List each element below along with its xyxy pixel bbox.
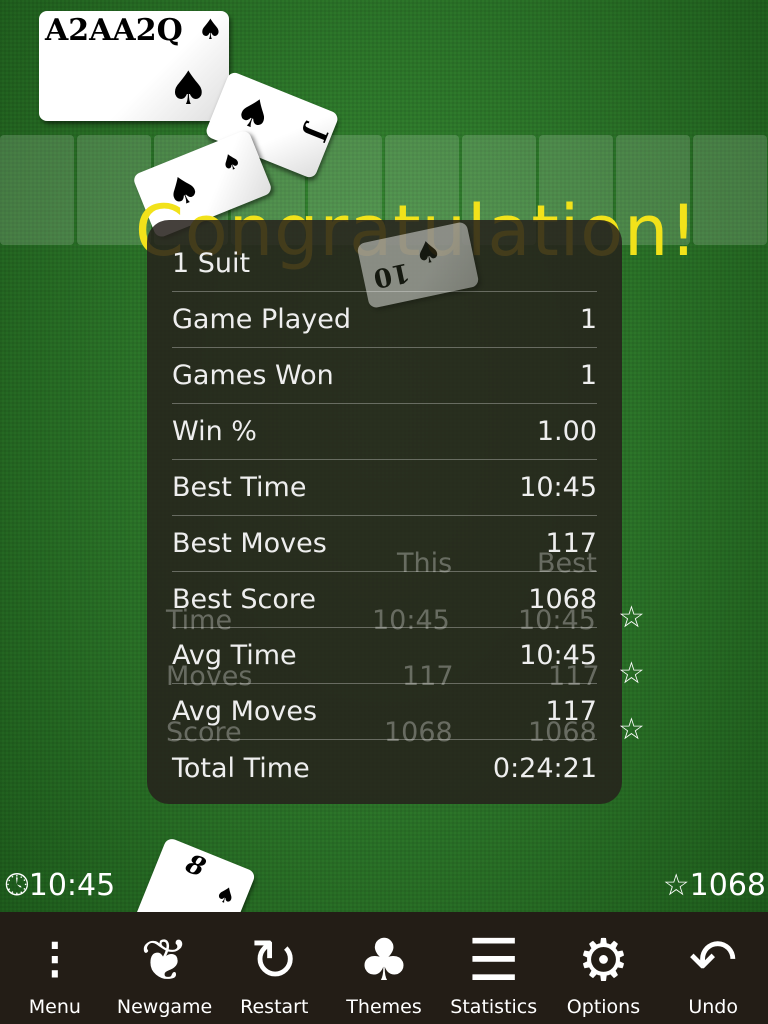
stat-value: 10:45 [519, 640, 597, 671]
options-button[interactable]: ⚙ Options [549, 912, 659, 1024]
tableau-slot[interactable] [693, 135, 767, 245]
stat-label: Avg Time [172, 640, 297, 671]
stat-value: 1.00 [536, 416, 597, 447]
timer-value: 10:45 [28, 868, 116, 903]
restart-button[interactable]: ↻ Restart [219, 912, 329, 1024]
stats-row: Best Time 10:45 [172, 460, 597, 516]
statistics-panel: 1 Suit Game Played 1 Games Won 1 Win % 1.00… [147, 220, 622, 804]
toolbar-label: Undo [688, 996, 738, 1018]
card-rank: 10 [370, 256, 413, 294]
stats-row: Total Time 0:24:21 [172, 740, 597, 796]
newgame-button[interactable]: ❦ Newgame [110, 912, 220, 1024]
stats-row: Best Moves 117 [172, 516, 597, 572]
clock-icon: 🕓︎ [5, 868, 29, 903]
tableau-slot[interactable] [0, 135, 74, 245]
stat-label: Games Won [172, 360, 334, 391]
stats-row: Avg Time 10:45 [172, 628, 597, 684]
star-icon: ☆ [618, 600, 645, 635]
leaf-icon: ❦ [140, 926, 189, 994]
timer: 🕓︎10:45 [5, 868, 115, 903]
toolbar-label: Newgame [116, 996, 213, 1018]
stat-label: Win % [172, 416, 257, 447]
undo-button[interactable]: ↶ Undo [658, 912, 768, 1024]
stat-label: Avg Moves [172, 696, 318, 727]
stat-value: 1 [579, 304, 597, 335]
statistics-button[interactable]: ☰ Statistics [439, 912, 549, 1024]
stat-label: Best Time [172, 472, 307, 503]
stats-row: Avg Moves 117 [172, 684, 597, 740]
star-icon: ☆ [662, 868, 690, 903]
undo-icon: ↶ [688, 926, 738, 994]
spade-icon: ♠ [217, 146, 246, 179]
stat-label: Game Played [172, 304, 352, 335]
stat-value: 117 [545, 696, 597, 727]
toolbar-label: Options [566, 996, 641, 1018]
stat-value: 10:45 [519, 472, 597, 503]
themes-button[interactable]: ♣ Themes [329, 912, 439, 1024]
clover-icon: ♣ [358, 926, 411, 994]
star-icon: ☆ [618, 712, 645, 747]
stat-value: 1 [579, 360, 597, 391]
stat-value: 117 [545, 528, 597, 559]
stats-row: Best Score 1068 [172, 572, 597, 628]
stat-label: Best Score [172, 584, 316, 615]
toolbar-label: Restart [240, 996, 309, 1018]
stat-value: 0:24:21 [492, 752, 597, 784]
document-icon: ☰ [467, 926, 520, 994]
stat-value: 1068 [528, 584, 597, 615]
spade-icon: ♠ [197, 13, 223, 46]
stats-row: Games Won 1 [172, 348, 597, 404]
card-rank: 8 [181, 849, 210, 884]
menu-button[interactable]: ⁝ Menu [0, 912, 110, 1024]
stat-label: Best Moves [172, 528, 327, 559]
foundation-ranks: A2AA2Q [45, 13, 183, 48]
toolbar-label: Themes [346, 996, 422, 1018]
toolbar-label: Statistics [450, 996, 538, 1018]
toolbar-label: Menu [28, 996, 81, 1018]
stats-row: Win % 1.00 [172, 404, 597, 460]
gears-icon: ⚙ [577, 926, 630, 994]
star-icon: ☆ [618, 656, 645, 691]
spade-icon: ♠ [211, 880, 240, 912]
score-value: 1068 [689, 868, 766, 903]
foundation-stack: A2AA2Q ♠ ♠ [39, 11, 229, 121]
toolbar: ⁝ Menu ❦ Newgame ↻ Restart ♣ Themes ☰ Statist… [0, 912, 768, 1024]
stats-title: 1 Suit [172, 248, 251, 279]
card-rank: J [298, 121, 335, 147]
spade-icon: ♠ [411, 233, 446, 274]
spade-icon: ♠ [167, 61, 209, 115]
menu-icon: ⁝ [45, 926, 65, 994]
stat-label: Total Time [172, 752, 310, 784]
restart-icon: ↻ [249, 926, 299, 994]
score: ☆1068 [663, 868, 766, 903]
